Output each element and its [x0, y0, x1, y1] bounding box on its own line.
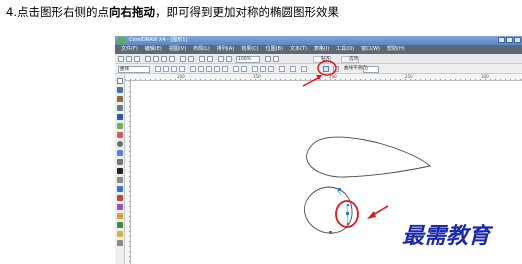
vertical-ruler[interactable]	[125, 81, 131, 264]
close-button[interactable]	[514, 37, 521, 43]
freehand-tool-icon[interactable]	[117, 114, 123, 120]
export-icon[interactable]	[207, 56, 213, 62]
window-title: CorelDRAW X4 - [图形1]	[129, 37, 188, 43]
menu-edit[interactable]: 编辑(E)	[145, 45, 162, 54]
to-line-icon[interactable]	[190, 66, 196, 72]
elastic-mode-icon[interactable]	[290, 66, 296, 72]
instruction-suffix: ，即可得到更加对称的椭圆图形效果	[154, 5, 339, 19]
app-launcher-icon[interactable]	[218, 56, 224, 62]
crop-tool-icon[interactable]	[117, 96, 123, 102]
menu-tools[interactable]: 工具(O)	[336, 45, 354, 54]
symmetric-node-button-highlighted-icon[interactable]	[323, 66, 329, 72]
table-tool-icon[interactable]	[117, 177, 123, 183]
select-all-nodes-icon[interactable]	[301, 66, 307, 72]
ruler-tick: 250	[405, 74, 413, 79]
watermark-logo: 最需教育	[400, 219, 520, 249]
instruction-prefix: 4.点击图形右侧的点	[6, 5, 109, 19]
window-controls	[498, 37, 521, 43]
print-icon[interactable]	[145, 56, 151, 62]
join-nodes-icon[interactable]	[171, 66, 177, 72]
interactive-blend-tool-icon[interactable]	[117, 204, 123, 210]
welcome-icon[interactable]	[226, 56, 232, 62]
smart-fill-tool-icon[interactable]	[117, 123, 123, 129]
instruction-text: 4.点击图形右侧的点向右拖动，即可得到更加对称的椭圆图形效果	[6, 3, 339, 21]
symmetric-node-icon[interactable]	[222, 66, 228, 72]
extend-curve-icon[interactable]	[241, 66, 247, 72]
menu-bar: 文件(F) 编辑(E) 视图(V) 布局(L) 排列(A) 效果(C) 位图(B…	[115, 45, 522, 54]
snap-button[interactable]: 贴齐	[313, 56, 331, 63]
menu-help[interactable]: 帮助(H)	[387, 45, 405, 54]
extract-subpath-icon[interactable]	[252, 66, 258, 72]
smooth-node-icon[interactable]	[214, 66, 220, 72]
cusp-node-icon[interactable]	[206, 66, 212, 72]
ruler-tick: 100	[177, 74, 185, 79]
node-delete-icon[interactable]	[163, 66, 169, 72]
redo-icon[interactable]	[188, 56, 194, 62]
ruler-tick: 200	[329, 74, 337, 79]
minimize-button[interactable]	[498, 37, 505, 43]
fill-tool-icon[interactable]	[117, 231, 123, 237]
fullscreen-icon[interactable]	[265, 56, 271, 62]
menu-view[interactable]: 视图(V)	[169, 45, 186, 54]
zoom-select[interactable]: 100%	[236, 56, 260, 63]
outline-tool-icon[interactable]	[117, 222, 123, 228]
object-select[interactable]: 曲线	[118, 66, 150, 73]
undo-icon[interactable]	[180, 56, 186, 62]
menu-window[interactable]: 窗口(W)	[361, 45, 380, 54]
basic-shapes-tool-icon[interactable]	[117, 159, 123, 165]
paste-icon[interactable]	[169, 56, 175, 62]
menu-bitmaps[interactable]: 位图(B)	[266, 45, 283, 54]
shape-tool-icon[interactable]	[117, 87, 123, 93]
new-icon[interactable]	[118, 56, 124, 62]
cut-icon[interactable]	[153, 56, 159, 62]
toolbox	[115, 74, 125, 264]
title-bar: CorelDRAW X4 - [图形1]	[115, 36, 522, 45]
stretch-node-icon[interactable]	[260, 66, 266, 72]
dimension-tool-icon[interactable]	[117, 186, 123, 192]
instruction-bold: 向右拖动	[108, 5, 155, 19]
menu-file[interactable]: 文件(F)	[121, 45, 138, 54]
align-nodes-icon[interactable]	[279, 66, 285, 72]
property-bar: 曲线 曲线平滑度 0	[115, 64, 522, 74]
reverse-direction-icon[interactable]	[233, 66, 239, 72]
ruler-tick: 150	[253, 74, 261, 79]
reduce-nodes-icon[interactable]	[333, 66, 339, 72]
open-icon[interactable]	[126, 56, 132, 62]
ruler-tick: 300	[481, 74, 489, 79]
copy-icon[interactable]	[161, 56, 167, 62]
break-curve-icon[interactable]	[179, 66, 185, 72]
menu-table[interactable]: 表格(I)	[314, 45, 329, 54]
text-tool-icon[interactable]	[117, 168, 123, 174]
app-icon	[118, 37, 125, 44]
import-icon[interactable]	[199, 56, 205, 62]
watermark-text: 最需教育	[402, 223, 494, 249]
save-icon[interactable]	[134, 56, 140, 62]
connector-tool-icon[interactable]	[117, 195, 123, 201]
zoom-tool-icon[interactable]	[117, 105, 123, 111]
options-button[interactable]: 选项	[341, 56, 359, 63]
menu-effects[interactable]: 效果(C)	[241, 45, 258, 54]
curve-smoothness-input[interactable]: 0	[363, 66, 379, 73]
rectangle-tool-icon[interactable]	[117, 132, 123, 138]
maximize-button[interactable]	[506, 37, 513, 43]
ellipse-tool-icon[interactable]	[117, 141, 123, 147]
polygon-tool-icon[interactable]	[117, 150, 123, 156]
to-curve-icon[interactable]	[198, 66, 204, 72]
node-add-icon[interactable]	[155, 66, 161, 72]
pick-tool-icon[interactable]	[117, 78, 123, 84]
menu-text[interactable]: 文本(T)	[290, 45, 307, 54]
interactive-fill-tool-icon[interactable]	[117, 240, 123, 246]
menu-arrange[interactable]: 排列(A)	[217, 45, 234, 54]
rotate-node-icon[interactable]	[268, 66, 274, 72]
menu-layout[interactable]: 布局(L)	[193, 45, 210, 54]
standard-toolbar: 100% 贴齐 选项	[115, 54, 522, 64]
grid-icon[interactable]	[273, 56, 279, 62]
eyedropper-tool-icon[interactable]	[117, 213, 123, 219]
